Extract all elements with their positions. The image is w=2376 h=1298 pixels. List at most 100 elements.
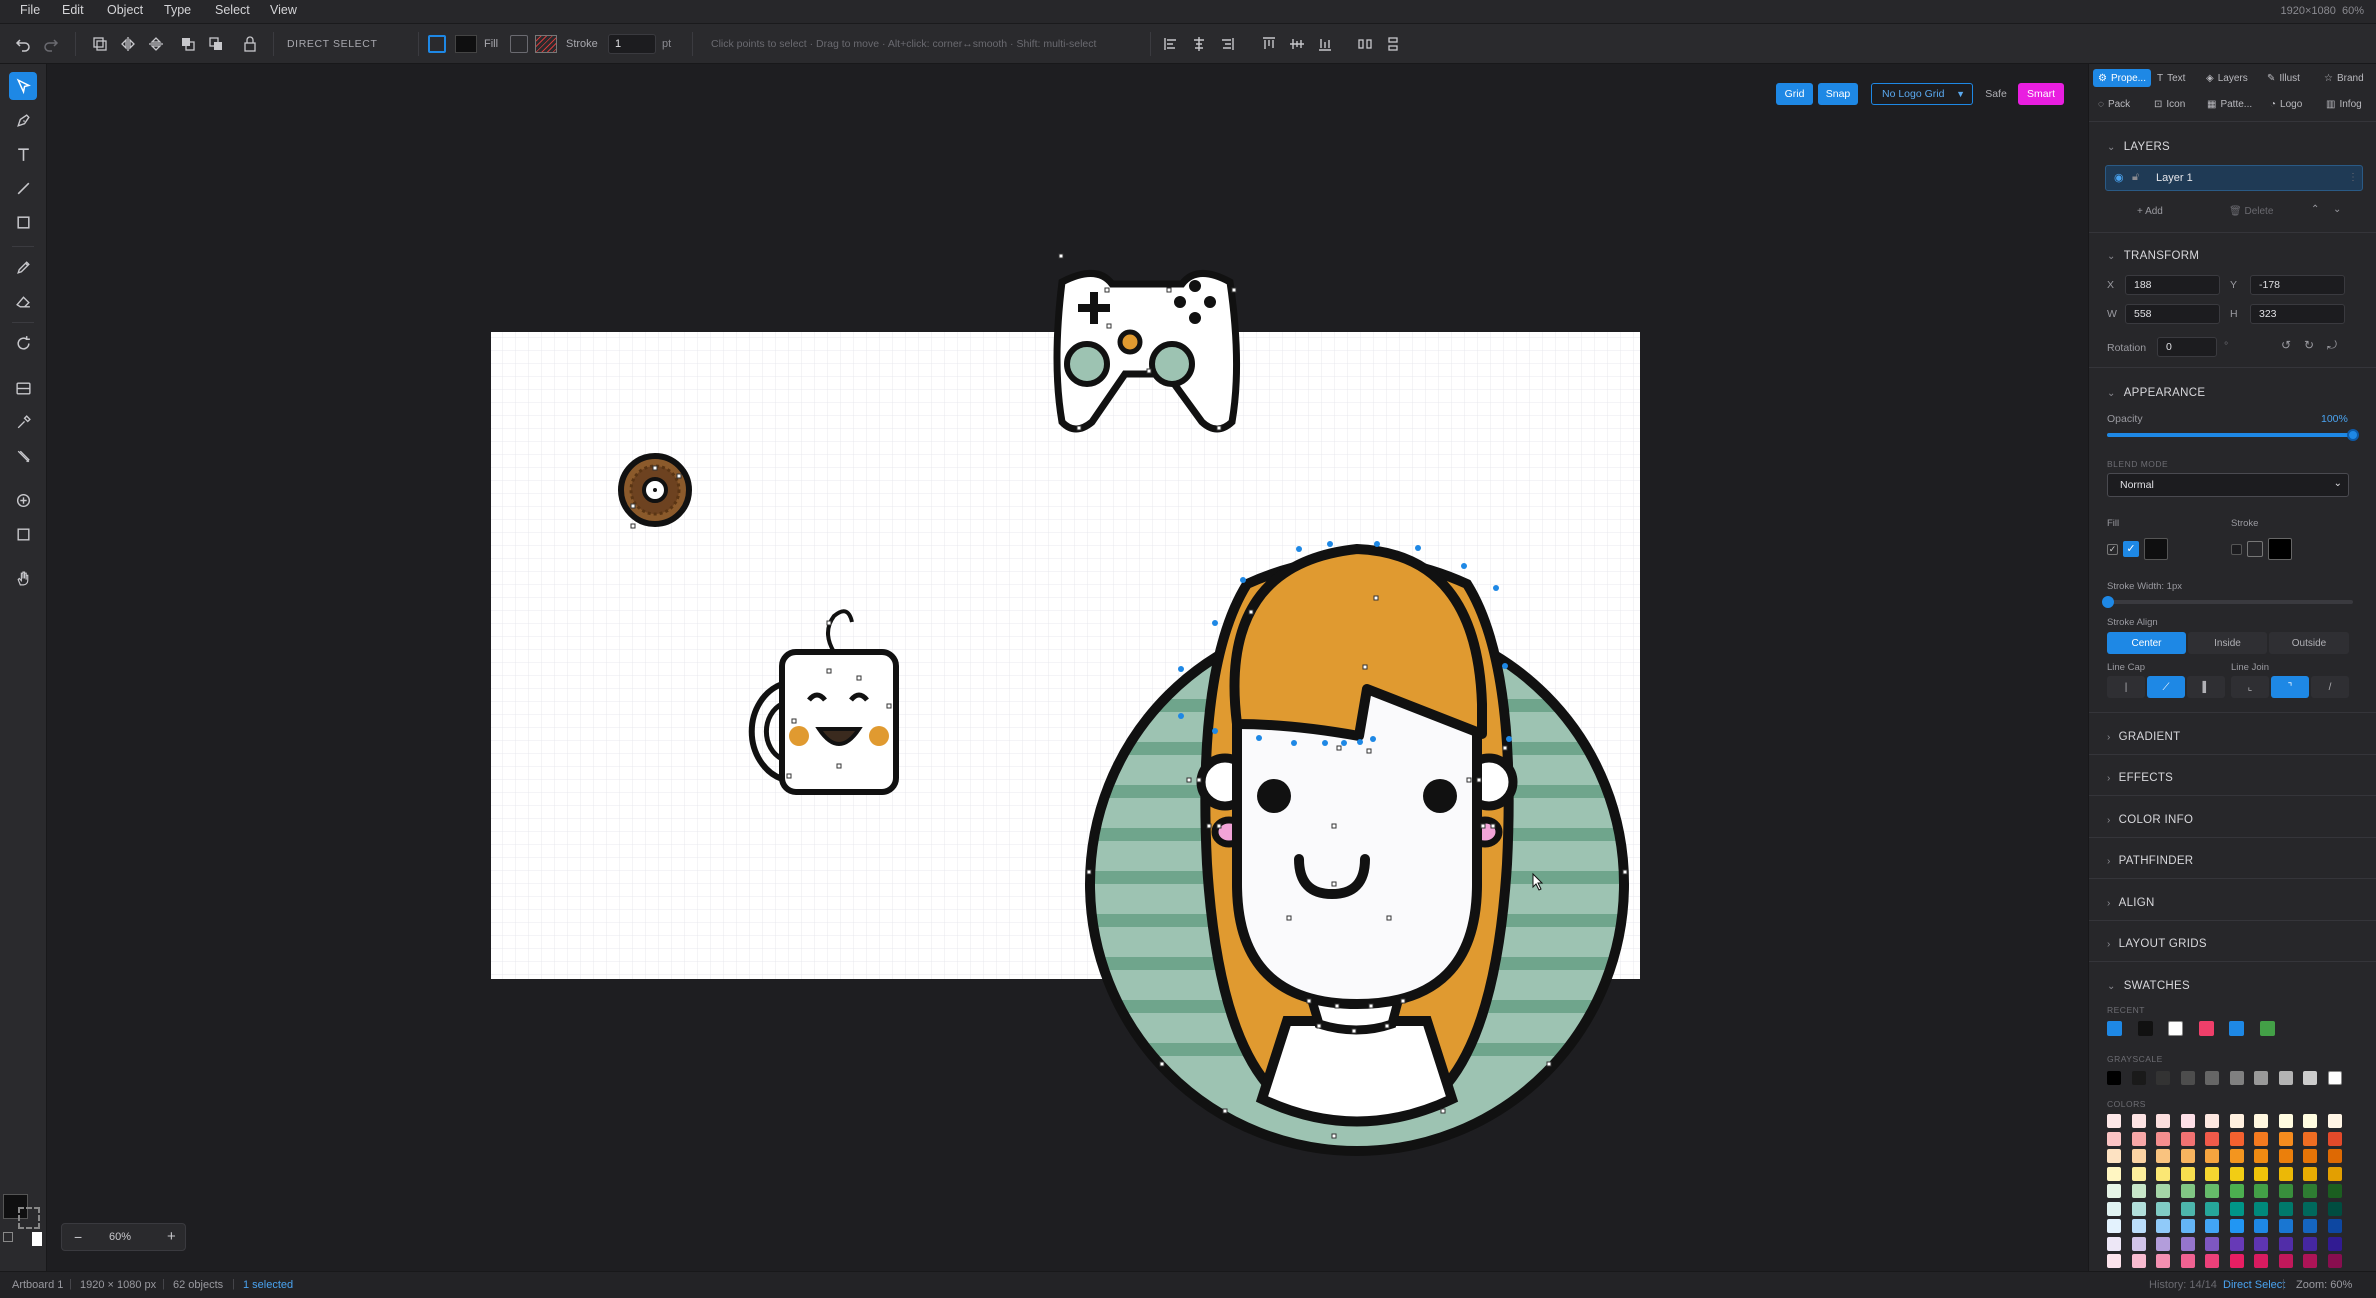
color-swatch[interactable] bbox=[2229, 1184, 2244, 1198]
color-swatch[interactable] bbox=[2156, 1149, 2170, 1163]
color-swatch[interactable] bbox=[2107, 1254, 2121, 1268]
color-swatch[interactable] bbox=[2205, 1254, 2219, 1268]
height-input[interactable]: 323 bbox=[2250, 304, 2345, 324]
color-swatch[interactable] bbox=[2180, 1184, 2195, 1198]
color-swatch[interactable] bbox=[2303, 1184, 2317, 1198]
color-swatch[interactable] bbox=[2303, 1201, 2317, 1216]
color-swatch[interactable] bbox=[2131, 1219, 2146, 1233]
color-swatch[interactable] bbox=[2229, 1219, 2244, 1233]
fill-color-swatch[interactable] bbox=[2144, 538, 2168, 560]
bring-forward-icon[interactable] bbox=[178, 34, 198, 54]
color-swatch[interactable] bbox=[2156, 1219, 2170, 1233]
color-swatch[interactable] bbox=[2278, 1166, 2293, 1181]
color-swatch[interactable] bbox=[2131, 1184, 2146, 1198]
color-swatch[interactable] bbox=[2156, 1131, 2170, 1146]
stroke-toggle[interactable] bbox=[510, 35, 528, 53]
color-swatch[interactable] bbox=[2156, 1236, 2170, 1251]
grayscale-swatch[interactable] bbox=[2107, 1071, 2121, 1085]
color-swatch[interactable] bbox=[2180, 1236, 2195, 1251]
line-join-bevel[interactable]: / bbox=[2311, 676, 2349, 698]
color-swatch[interactable] bbox=[2327, 1219, 2342, 1233]
color-swatch[interactable] bbox=[2327, 1184, 2342, 1198]
color-swatch[interactable] bbox=[2131, 1114, 2146, 1128]
stroke-color-swatch[interactable] bbox=[535, 35, 557, 53]
color-swatch[interactable] bbox=[2327, 1149, 2342, 1163]
color-swatch[interactable] bbox=[2205, 1201, 2219, 1216]
stroke-width-input[interactable]: 1 bbox=[608, 34, 656, 54]
grid-toggle[interactable]: Grid bbox=[1776, 83, 1813, 105]
grayscale-swatch[interactable] bbox=[2327, 1071, 2342, 1085]
flip-horizontal-icon[interactable] bbox=[118, 34, 138, 54]
align-bottom-icon[interactable] bbox=[1315, 34, 1335, 54]
color-swatch[interactable] bbox=[2254, 1219, 2268, 1233]
color-swatch[interactable] bbox=[2229, 1131, 2244, 1146]
color-swatch[interactable] bbox=[2205, 1219, 2219, 1233]
stroke-width-slider[interactable] bbox=[2102, 596, 2353, 608]
color-swatch[interactable] bbox=[2254, 1254, 2268, 1268]
zoom-out-button[interactable]: − bbox=[74, 1229, 82, 1245]
eye-icon[interactable]: ◉ bbox=[2114, 171, 2124, 184]
blend-mode-select[interactable]: Normal ⌄ bbox=[2107, 473, 2349, 497]
pathfinder-section-header[interactable]: › PATHFINDER bbox=[2107, 855, 2193, 867]
color-swatch[interactable] bbox=[2229, 1254, 2244, 1268]
color-swatch[interactable] bbox=[2156, 1114, 2170, 1128]
zoom-tool[interactable] bbox=[9, 486, 37, 514]
color-swatch[interactable] bbox=[2303, 1236, 2317, 1251]
color-swatch[interactable] bbox=[2131, 1236, 2146, 1251]
grayscale-swatch[interactable] bbox=[2131, 1071, 2146, 1085]
color-swatch[interactable] bbox=[2107, 1201, 2121, 1216]
flip-vertical-icon[interactable] bbox=[146, 34, 166, 54]
stroke-enabled-toggle[interactable] bbox=[2247, 541, 2263, 557]
smart-toggle[interactable]: Smart bbox=[2018, 83, 2064, 105]
safe-toggle[interactable]: Safe bbox=[1979, 83, 2013, 105]
color-swatch[interactable] bbox=[2107, 1219, 2121, 1233]
grayscale-swatch[interactable] bbox=[2254, 1071, 2268, 1085]
grayscale-swatch[interactable] bbox=[2156, 1071, 2170, 1085]
redo-icon[interactable] bbox=[41, 34, 61, 54]
selection-swatch[interactable] bbox=[428, 35, 446, 53]
color-swatch[interactable] bbox=[2205, 1114, 2219, 1128]
layout-grids-section-header[interactable]: › LAYOUT GRIDS bbox=[2107, 938, 2207, 950]
effects-section-header[interactable]: › EFFECTS bbox=[2107, 772, 2173, 784]
tab-brand[interactable]: ☆ Brand bbox=[2319, 69, 2369, 87]
knife-tool[interactable] bbox=[9, 442, 37, 470]
stroke-color-swatch[interactable] bbox=[2268, 538, 2292, 560]
color-swatch[interactable] bbox=[2254, 1131, 2268, 1146]
line-cap-butt[interactable]: | bbox=[2107, 676, 2145, 698]
grayscale-swatch[interactable] bbox=[2278, 1071, 2293, 1085]
transform-section-header[interactable]: ⌄ TRANSFORM bbox=[2107, 250, 2199, 262]
logo-grid-select[interactable]: No Logo Grid ▼ bbox=[1871, 83, 1973, 105]
reset-rotation-icon[interactable]: ⤾ bbox=[2327, 338, 2337, 353]
color-swatch[interactable] bbox=[2327, 1236, 2342, 1251]
rectangle-tool[interactable] bbox=[9, 208, 37, 236]
color-swatch[interactable] bbox=[2327, 1131, 2342, 1146]
color-swatch[interactable] bbox=[2254, 1149, 2268, 1163]
recent-swatch[interactable] bbox=[2259, 1021, 2275, 1036]
swatches-section-header[interactable]: ⌄ SWATCHES bbox=[2107, 980, 2190, 992]
color-swatch[interactable] bbox=[2254, 1166, 2268, 1181]
color-swatch[interactable] bbox=[2303, 1114, 2317, 1128]
color-swatch[interactable] bbox=[2131, 1201, 2146, 1216]
tab-illust[interactable]: ✎ Illust bbox=[2262, 69, 2305, 87]
color-swatch[interactable] bbox=[2107, 1131, 2121, 1146]
stroke-align-inside[interactable]: Inside bbox=[2188, 632, 2267, 654]
eraser-tool[interactable] bbox=[9, 287, 37, 315]
direct-select-tool[interactable] bbox=[9, 72, 37, 100]
move-layer-down-icon[interactable]: ⌄ bbox=[2333, 204, 2341, 215]
tab-layers[interactable]: ◈ Layers bbox=[2201, 69, 2253, 87]
duplicate-icon[interactable] bbox=[90, 34, 110, 54]
color-swatch[interactable] bbox=[2205, 1149, 2219, 1163]
zoom-in-button[interactable]: + bbox=[167, 1228, 176, 1245]
color-swatch[interactable] bbox=[2180, 1149, 2195, 1163]
align-left-icon[interactable] bbox=[1161, 34, 1181, 54]
tab-infog[interactable]: ▥ Infog bbox=[2321, 95, 2367, 113]
delete-layer-button[interactable]: 🗑︎ Delete bbox=[2229, 206, 2273, 217]
align-right-icon[interactable] bbox=[1217, 34, 1237, 54]
opacity-slider[interactable] bbox=[2107, 429, 2359, 441]
color-swatch[interactable] bbox=[2229, 1149, 2244, 1163]
color-swatch[interactable] bbox=[2107, 1114, 2121, 1128]
color-swatch[interactable] bbox=[2303, 1219, 2317, 1233]
color-swatch[interactable] bbox=[2327, 1254, 2342, 1268]
tab-icon[interactable]: ⊡ Icon bbox=[2149, 95, 2190, 113]
line-cap-square[interactable]: ▌ bbox=[2187, 676, 2225, 698]
